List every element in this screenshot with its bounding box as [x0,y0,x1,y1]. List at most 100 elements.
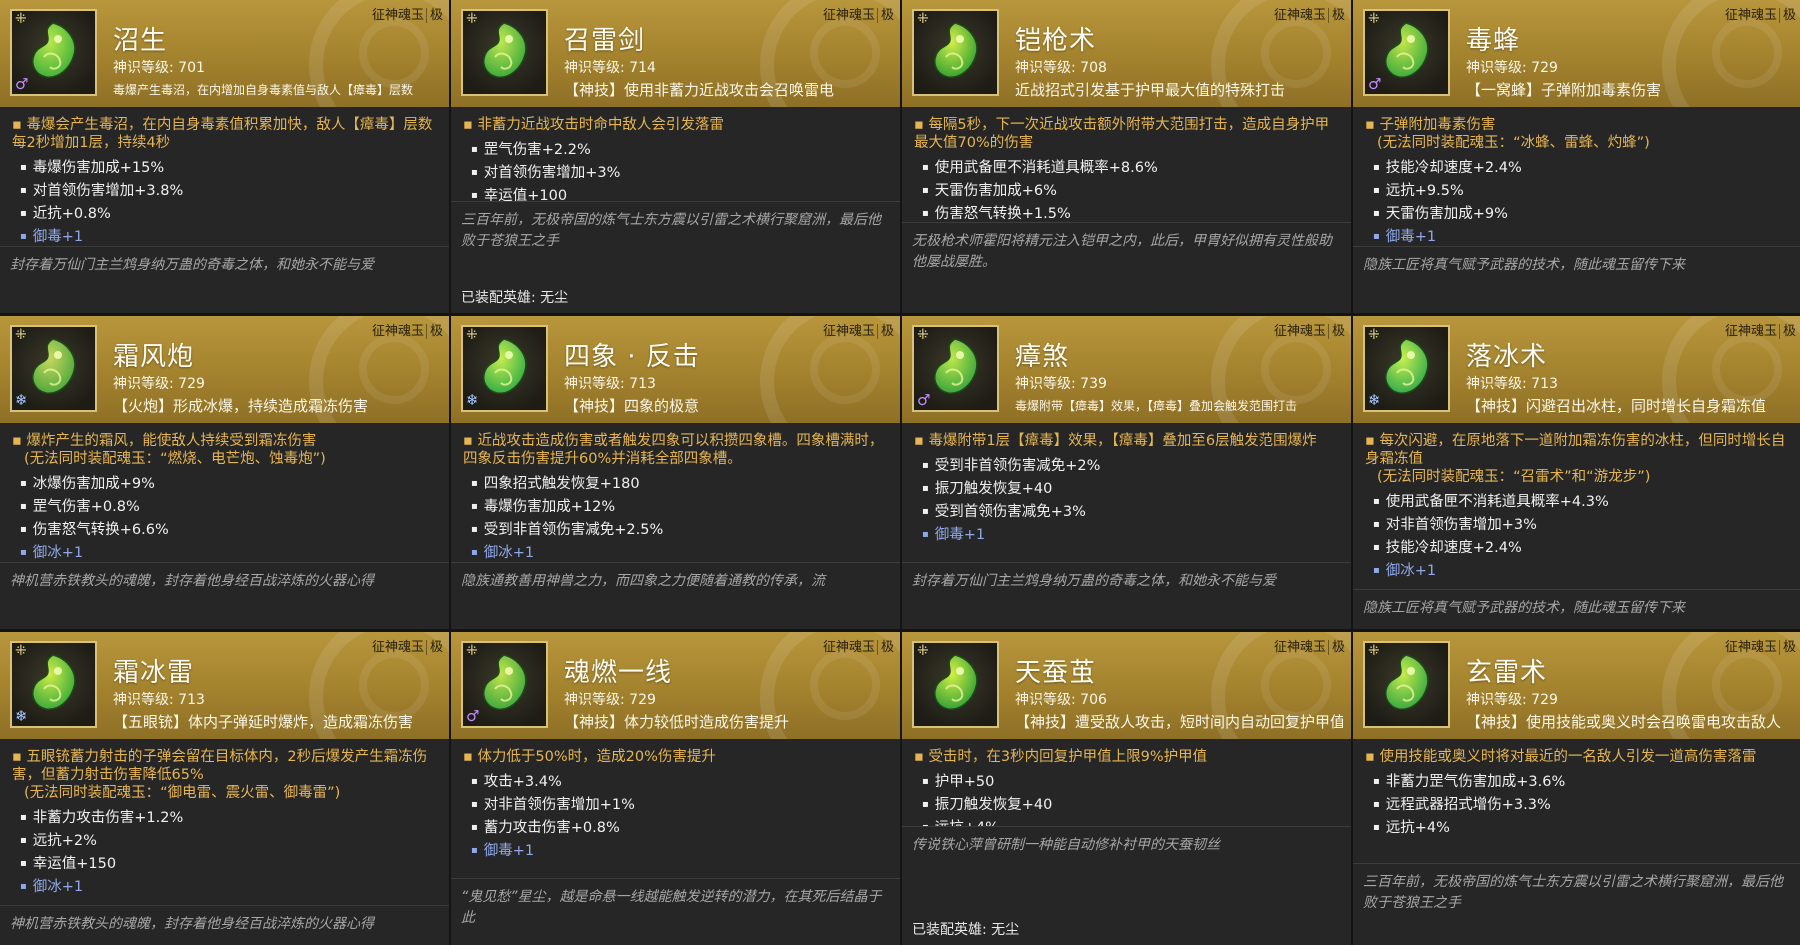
soul-jade-card[interactable]: 征神魂玉极 ⁜ 玄雷术 神识等级: 729 【神技】使用技能或奥义时会召唤雷电攻击敌人 ▪… [1353,632,1800,945]
stat-list: 使用武备匣不消耗道具概率+8.6%天雷伤害加成+6%伤害怒气转换+1.5% [914,157,1341,226]
bullet-icon: ▪ [914,117,929,133]
jade-type-text: 征神魂玉 [1724,8,1777,23]
jade-grade-text: 极 [1327,640,1345,655]
main-effect-text: 每次闪避，在原地落下一道附加霜冻伤害的冰柱，但同时增长自身霜冻值 [1365,433,1786,467]
main-effect-text: 受击时，在3秒内回复护甲值上限9%护甲值 [928,749,1208,765]
jade-name: 瘴煞 [1015,342,1070,372]
stat-line: 使用武备匣不消耗道具概率+4.3% [1365,491,1792,514]
card-header: 征神魂玉极 ⁜ 玄雷术 神识等级: 729 【神技】使用技能或奥义时会召唤雷电攻击敌人 [1353,632,1800,739]
soul-jade-card[interactable]: 征神魂玉极 ⁜ ❄ 落冰术 神识等级: 713 【神技】闪避召出冰柱，同时增长自身霜冻值 ▪… [1353,316,1800,629]
card-body: ▪ 毒爆附带1层【瘴毒】效果，【瘴毒】叠加至6层触发范围爆炸受到非首领伤害减免+… [902,423,1351,629]
stat-line: 对非首领伤害增加+3% [1365,514,1792,537]
stat-line: 近抗+0.8% [12,203,439,226]
jade-type-text: 征神魂玉 [822,324,875,339]
header-ornament [1261,18,1331,88]
jade-type-label: 征神魂玉极 [372,4,443,23]
jade-grade-text: 极 [876,8,894,23]
jade-grade-text: 极 [1778,324,1796,339]
main-effect: ▪ 五眼铳蓄力射击的子弹会留在目标体内，2秒后爆发产生霜冻伤害，但蓄力射击伤害降… [12,748,439,784]
jade-name: 魂燃一线 [564,658,673,688]
stat-line: 远抗+2% [12,830,439,853]
jade-icon-frame[interactable]: ⁜ ❄ [461,325,548,412]
main-effect-text: 体力低于50%时，造成20%伤害提升 [477,749,716,765]
main-effect-text: 毒爆会产生毒沼，在内自身毒素值积累加快，敌人【瘴毒】层数每2秒增加1层，持续4秒 [12,117,433,151]
card-header: 征神魂玉极 ⁜ ♂ 毒蜂 神识等级: 729 【一窝蜂】子弹附加毒素伤害 [1353,0,1800,107]
stat-line: 伤害怒气转换+6.6% [12,519,439,542]
main-effect: ▪ 毒爆附带1层【瘴毒】效果，【瘴毒】叠加至6层触发范围爆炸 [914,432,1341,450]
jade-icon [934,654,978,710]
jade-icon-frame[interactable]: ⁜ ❄ [1363,325,1450,412]
soul-jade-card[interactable]: 征神魂玉极 ⁜ ❄ 四象 · 反击 神识等级: 713 【神技】四象的极意 ▪ 近战攻击造成… [451,316,900,629]
jade-type-text: 征神魂玉 [1724,324,1777,339]
jade-name: 铠枪术 [1015,26,1097,56]
jade-summary: 【神技】体力较低时造成伤害提升 [564,713,790,731]
jade-type-label: 征神魂玉极 [823,320,894,339]
jade-icon [483,338,527,394]
corner-mark-icon: ⁜ [466,643,478,659]
spirit-level: 神识等级: 713 [113,692,205,708]
jade-icon-frame[interactable]: ⁜ [461,9,548,96]
soul-jade-card[interactable]: 征神魂玉极 ⁜ ❄ 霜风炮 神识等级: 729 【火炮】形成冰爆，持续造成霜冻伤害 ▪ 爆炸… [0,316,449,629]
jade-name: 天蚕茧 [1015,658,1097,688]
jade-icon-frame[interactable]: ⁜ [912,641,999,728]
jade-type-text: 征神魂玉 [822,8,875,23]
main-effect: ▪ 体力低于50%时，造成20%伤害提升 [463,748,890,766]
jade-icon-frame[interactable]: ⁜ ♂ [1363,9,1450,96]
jade-type-text: 征神魂玉 [371,640,424,655]
jade-summary: 【神技】闪避召出冰柱，同时增长自身霜冻值 [1466,397,1767,415]
stat-list: 非蓄力罡气伤害加成+3.6%远程武器招式增伤+3.3%远抗+4% [1365,771,1792,840]
jade-grade-text: 极 [876,640,894,655]
soul-jade-card[interactable]: 征神魂玉极 ⁜ ♂ 瘴煞 神识等级: 739 毒爆附带【瘴毒】效果，【瘴毒】叠加会触发范围… [902,316,1351,629]
jade-icon-frame[interactable]: ⁜ [912,9,999,96]
frost-element-icon: ❄ [15,707,28,725]
jade-name: 四象 · 反击 [564,342,700,372]
main-effect: ▪ 每隔5秒，下一次近战攻击额外附带大范围打击，造成自身护甲最大值70%的伤害 [914,116,1341,152]
frost-element-icon: ❄ [15,391,28,409]
soul-jade-card[interactable]: 征神魂玉极 ⁜ 天蚕茧 神识等级: 706 【神技】遭受敌人攻击，短时间内自动回复护甲值… [902,632,1351,945]
jade-grade-text: 极 [1778,8,1796,23]
stat-line: 天雷伤害加成+6% [914,180,1341,203]
soul-jade-card[interactable]: 征神魂玉极 ⁜ 召雷剑 神识等级: 714 【神技】使用非蓄力近战攻击会召唤雷电 ▪ 非蓄… [451,0,900,313]
stat-line: 天雷伤害加成+9% [1365,203,1792,226]
main-effect-text: 爆炸产生的霜风，能使敌人持续受到霜冻伤害 [26,433,317,449]
lore-text: 三百年前，无极帝国的炼气士东方震以引雷之术横行聚窟洲，最后他败于苍狼王之手 [1353,863,1800,914]
stat-line: 罡气伤害+2.2% [463,139,890,162]
stat-list: 使用武备匣不消耗道具概率+4.3%对非首领伤害增加+3%技能冷却速度+2.4%御… [1365,491,1792,583]
main-effect-text: 五眼铳蓄力射击的子弹会留在目标体内，2秒后爆发产生霜冻伤害，但蓄力射击伤害降低6… [12,749,428,783]
soul-jade-card[interactable]: 征神魂玉极 ⁜ ♂ 沼生 神识等级: 701 毒爆产生毒沼，在内增加自身毒素值与敌人【瘴毒… [0,0,449,313]
card-header: 征神魂玉极 ⁜ ♂ 魂燃一线 神识等级: 729 【神技】体力较低时造成伤害提升 [451,632,900,739]
jade-icon-frame[interactable]: ⁜ [1363,641,1450,728]
jade-icon [934,338,978,394]
corner-mark-icon: ⁜ [917,643,929,659]
main-effect: ▪ 使用技能或奥义时将对最近的一名敌人引发一道高伤害落雷 [1365,748,1792,766]
stat-line: 攻击+3.4% [463,771,890,794]
main-effect-text: 每隔5秒，下一次近战攻击额外附带大范围打击，造成自身护甲最大值70%的伤害 [914,117,1330,151]
jade-icon [32,654,76,710]
jade-icon-frame[interactable]: ⁜ ♂ [10,9,97,96]
spirit-level: 神识等级: 713 [1466,376,1558,392]
poison-element-icon: ♂ [466,707,480,725]
lore-text: 三百年前，无极帝国的炼气士东方震以引雷之术横行聚窟洲，最后他败于苍狼王之手 [451,201,900,252]
jade-icon-frame[interactable]: ⁜ ♂ [461,641,548,728]
corner-mark-icon: ⁜ [15,11,27,27]
jade-icon [1385,654,1429,710]
equipped-hero: 已装配英雄: 无尘 [912,922,1020,938]
soul-jade-card[interactable]: 征神魂玉极 ⁜ ♂ 魂燃一线 神识等级: 729 【神技】体力较低时造成伤害提升 ▪ 体力低… [451,632,900,945]
jade-icon-frame[interactable]: ⁜ ❄ [10,325,97,412]
soul-jade-card[interactable]: 征神魂玉极 ⁜ ♂ 毒蜂 神识等级: 729 【一窝蜂】子弹附加毒素伤害 ▪ 子弹附加毒素伤… [1353,0,1800,313]
jade-type-text: 征神魂玉 [1273,8,1326,23]
soul-jade-card[interactable]: 征神魂玉极 ⁜ 铠枪术 神识等级: 708 近战招式引发基于护甲最大值的特殊打击 ▪ 每隔… [902,0,1351,313]
main-effect-text: 使用技能或奥义时将对最近的一名敌人引发一道高伤害落雷 [1379,749,1757,765]
resistance-bonus: 御冰+1 [12,876,439,899]
main-effect: ▪ 近战攻击造成伤害或者触发四象可以积攒四象槽。四象槽满时，四象反击伤害提升60… [463,432,890,468]
stat-line: 毒爆伤害加成+15% [12,157,439,180]
jade-grade-text: 极 [425,8,443,23]
jade-grade-text: 极 [425,324,443,339]
card-body: ▪ 每隔5秒，下一次近战攻击额外附带大范围打击，造成自身护甲最大值70%的伤害使… [902,107,1351,313]
jade-icon-frame[interactable]: ⁜ ♂ [912,325,999,412]
frost-element-icon: ❄ [1368,391,1381,409]
jade-icon-frame[interactable]: ⁜ ❄ [10,641,97,728]
soul-jade-card[interactable]: 征神魂玉极 ⁜ ❄ 霜冰雷 神识等级: 713 【五眼铳】体内子弹延时爆炸，造成霜冻伤害 ▪… [0,632,449,945]
main-effect: ▪ 毒爆会产生毒沼，在内自身毒素值积累加快，敌人【瘴毒】层数每2秒增加1层，持续… [12,116,439,152]
header-ornament [359,18,429,88]
